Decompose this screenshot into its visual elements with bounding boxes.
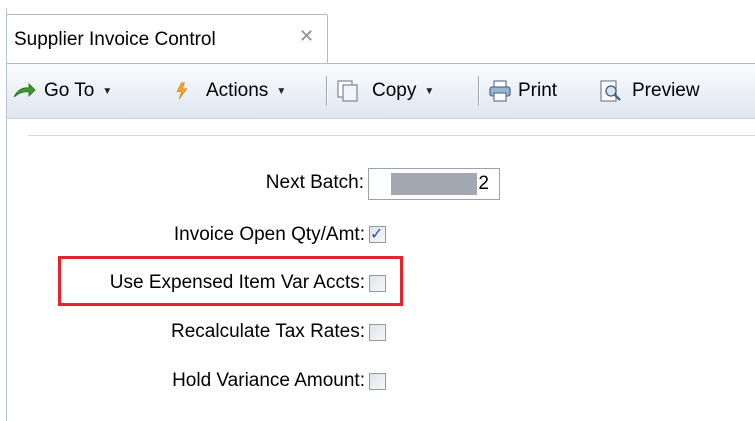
actions-lightning-icon	[176, 82, 188, 100]
highlight-box	[58, 256, 403, 306]
tab-supplier-invoice-control[interactable]: Supplier Invoice Control ✕	[6, 14, 328, 64]
group-divider	[28, 135, 755, 136]
print-label: Print	[518, 80, 558, 101]
toolbar-separator	[478, 76, 479, 106]
next-batch-selection	[391, 173, 477, 195]
goto-dropdown-caret-icon[interactable]: ▼	[102, 86, 112, 97]
printer-icon	[489, 80, 511, 102]
copy-icon	[337, 80, 358, 102]
recalculate-tax-label: Recalculate Tax Rates:	[171, 321, 365, 342]
copy-dropdown-caret-icon[interactable]: ▼	[424, 86, 434, 97]
hold-variance-label: Hold Variance Amount:	[172, 370, 365, 391]
copy-label: Copy	[372, 80, 417, 101]
recalculate-tax-checkbox[interactable]	[369, 324, 386, 341]
actions-button[interactable]: Actions ▼	[174, 64, 286, 118]
tab-strip: Supplier Invoice Control ✕	[0, 0, 755, 64]
supplier-invoice-control-window: Supplier Invoice Control ✕ Go To ▼ Actio…	[0, 0, 755, 421]
go-to-arrow-icon	[13, 83, 36, 98]
invoice-open-qty-label: Invoice Open Qty/Amt:	[173, 224, 365, 245]
preview-icon	[600, 80, 621, 102]
tab-title: Supplier Invoice Control	[14, 29, 216, 50]
preview-label: Preview	[632, 80, 700, 101]
next-batch-value: 2	[478, 173, 489, 194]
toolbar: Go To ▼ Actions ▼ Copy ▼ Print Preview	[6, 63, 755, 119]
next-batch-input[interactable]: 2	[368, 168, 500, 200]
actions-dropdown-caret-icon[interactable]: ▼	[276, 86, 286, 97]
form-left-border	[6, 8, 7, 421]
toolbar-separator	[326, 76, 327, 106]
check-icon: ✓	[370, 226, 384, 243]
goto-label: Go To	[44, 80, 95, 101]
close-icon[interactable]: ✕	[299, 26, 314, 47]
preview-button[interactable]: Preview	[598, 64, 700, 118]
copy-button[interactable]: Copy ▼	[336, 64, 434, 118]
invoice-open-qty-checkbox[interactable]: ✓	[369, 226, 386, 243]
print-button[interactable]: Print	[488, 64, 557, 118]
actions-label: Actions	[206, 80, 269, 101]
goto-button[interactable]: Go To ▼	[12, 64, 112, 118]
hold-variance-checkbox[interactable]	[369, 373, 386, 390]
next-batch-label: Next Batch:	[265, 172, 364, 193]
